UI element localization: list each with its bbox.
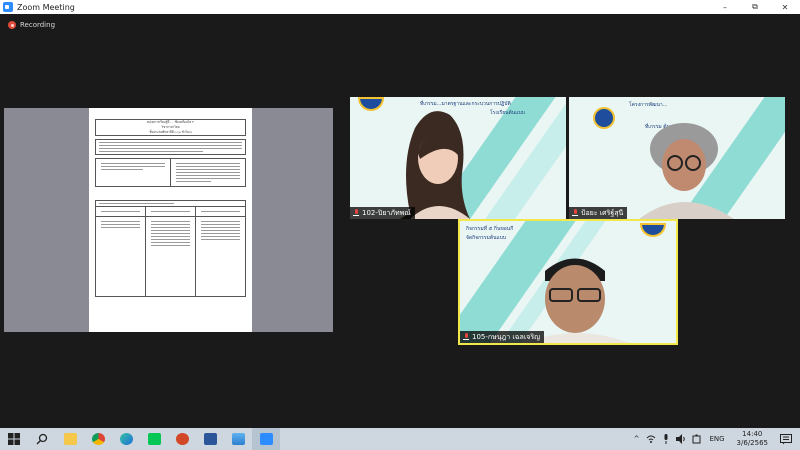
document-title-line-3: ชั้นประถมศึกษาปีที่ ๓ (๓ ชั่วโมง) — [149, 130, 192, 134]
minimize-button[interactable]: – — [710, 0, 740, 14]
document-section-1 — [95, 139, 246, 155]
participant-name: 102-ปิยาภัทพณ์ — [362, 208, 411, 217]
meeting-stage: Recording หน่วยการเรียนรู้ที่ ... "ฝึกเค… — [0, 14, 800, 428]
participant-video-3[interactable]: กิจกรรมที่ ๕ กิ่นขอนกี จัดกิจกรรมต้นแบบ … — [458, 219, 678, 345]
window-controls: – ⧉ ✕ — [710, 0, 800, 14]
banner-subtext: โรงเรียนต้นแบบ — [490, 110, 525, 116]
windows-taskbar: ^ ENG 14:40 3/6/2565 — [0, 428, 800, 450]
taskbar-file-explorer[interactable] — [56, 428, 84, 450]
participant-name-tag: 105-กษนุฎา เฉลเจริญ — [460, 331, 545, 343]
participant-1-figure — [400, 111, 470, 219]
participant-video-2[interactable]: โครงการพัฒนา... ที่เกรรม ต้นแบบ ป้อยะ เศ… — [569, 97, 785, 219]
window-title: Zoom Meeting — [17, 2, 75, 12]
edge-icon — [119, 433, 133, 445]
taskbar-photos[interactable] — [224, 428, 252, 450]
windows-logo-icon — [8, 433, 20, 445]
muted-mic-icon — [463, 333, 469, 341]
input-language[interactable]: ENG — [709, 435, 724, 443]
muted-mic-icon — [572, 209, 578, 217]
microphone-icon[interactable] — [662, 434, 670, 444]
clock-date: 3/6/2565 — [736, 439, 768, 447]
chrome-icon — [91, 433, 105, 445]
document-section-2 — [95, 158, 246, 187]
participant-name: 105-กษนุฎา เฉลเจริญ — [472, 332, 541, 341]
line-icon — [147, 433, 161, 445]
zoom-icon — [259, 433, 273, 445]
clock-time: 14:40 — [742, 430, 763, 438]
title-bar: Zoom Meeting – ⧉ ✕ — [0, 0, 800, 14]
banner-text: โครงการพัฒนา... — [629, 102, 668, 108]
recording-icon — [8, 21, 16, 29]
volume-icon[interactable] — [676, 434, 686, 444]
start-button[interactable] — [0, 428, 28, 450]
search-button[interactable] — [28, 428, 56, 450]
participant-video-1[interactable]: ที่เกรรม...มาตรฐานและกระบวนการปฏิบัติ โร… — [350, 97, 566, 219]
taskbar-word[interactable] — [196, 428, 224, 450]
participant-2-figure — [639, 123, 734, 219]
document-header-box: หน่วยการเรียนรู้ที่ ... "ฝึกเคลื่อนไหว" … — [95, 119, 246, 136]
word-icon — [203, 433, 217, 445]
wifi-icon[interactable] — [646, 434, 656, 444]
taskbar-clock[interactable]: 14:40 3/6/2565 — [737, 430, 768, 448]
tray-overflow-chevron[interactable]: ^ — [634, 435, 640, 443]
close-button[interactable]: ✕ — [770, 0, 800, 14]
shared-screen[interactable]: หน่วยการเรียนรู้ที่ ... "ฝึกเคลื่อนไหว" … — [4, 108, 333, 332]
taskbar-powerpoint[interactable] — [168, 428, 196, 450]
banner-subtext: จัดกิจกรรมต้นแบบ — [466, 235, 507, 241]
taskbar-chrome[interactable] — [84, 428, 112, 450]
taskbar-edge[interactable] — [112, 428, 140, 450]
system-tray: ^ ENG 14:40 3/6/2565 — [630, 428, 800, 450]
muted-mic-icon — [353, 209, 359, 217]
participant-name: ป้อยะ เศริฐ์สุนี — [581, 208, 624, 217]
participant-3-figure — [525, 258, 630, 343]
photos-icon — [231, 433, 245, 445]
recording-indicator[interactable]: Recording — [8, 21, 55, 29]
search-icon — [36, 433, 48, 445]
recording-label: Recording — [20, 21, 56, 29]
taskbar-zoom[interactable] — [252, 428, 280, 450]
shared-document-page: หน่วยการเรียนรู้ที่ ... "ฝึกเคลื่อนไหว" … — [89, 108, 252, 332]
zoom-app-icon — [3, 2, 13, 12]
participant-name-tag: ป้อยะ เศริฐ์สุนี — [569, 207, 628, 219]
powerpoint-icon — [175, 433, 189, 445]
battery-icon[interactable] — [692, 434, 702, 444]
taskbar-line[interactable] — [140, 428, 168, 450]
notifications-icon[interactable] — [780, 433, 792, 445]
participant-name-tag: 102-ปิยาภัทพณ์ — [350, 207, 415, 219]
maximize-button[interactable]: ⧉ — [740, 0, 770, 14]
banner-text: กิจกรรมที่ ๕ กิ่นขอนกี — [466, 226, 514, 232]
school-logo — [593, 107, 615, 129]
document-table — [95, 200, 246, 297]
folder-icon — [63, 433, 77, 445]
